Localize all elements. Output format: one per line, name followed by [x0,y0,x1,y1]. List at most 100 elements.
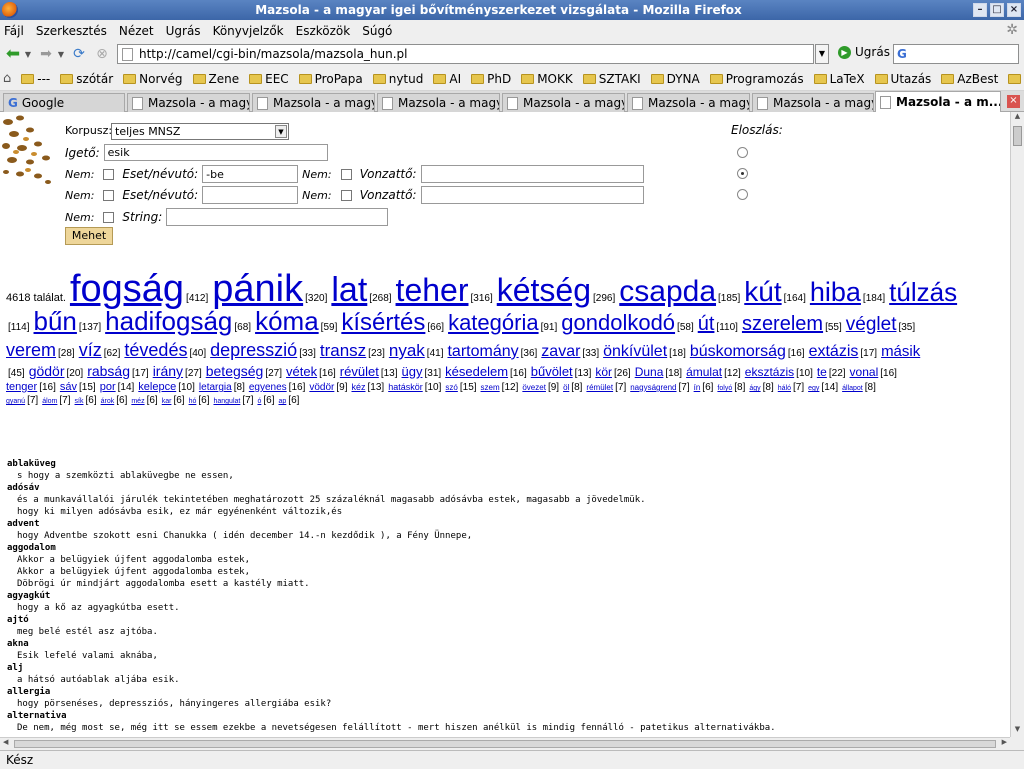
cloud-word-link[interactable]: hangulat [213,398,240,405]
go-button[interactable]: ▶ Ugrás [838,45,890,59]
cloud-word-link[interactable]: zavar [541,344,580,360]
cloud-word-link[interactable]: eksztázis [745,366,794,378]
cloud-word-link[interactable]: hiba [810,279,861,306]
tab-google[interactable]: G Google [3,93,125,112]
cloud-word-link[interactable]: vétek [286,365,317,378]
cloud-word-link[interactable]: verem [6,341,56,359]
nem-checkbox[interactable] [103,211,115,223]
cloud-word-link[interactable]: egyenes [249,383,287,393]
tab-mazsola[interactable]: Mazsola - a magy... [127,93,250,112]
url-history-dropdown[interactable]: ▼ [815,44,829,64]
cloud-word-link[interactable]: rémület [586,384,613,392]
nem-checkbox[interactable] [340,168,352,180]
cloud-word-link[interactable]: rabság [87,364,130,378]
cloud-word-link[interactable]: bűvölet [531,365,573,378]
cloud-word-link[interactable]: víz [79,341,102,359]
bookmark-folder[interactable]: AI [433,72,461,86]
cloud-word-link[interactable]: egy [808,385,819,392]
menu-edit[interactable]: Szerkesztés [36,24,107,38]
url-bar[interactable]: http://camel/cgi-bin/mazsola/mazsola_hun… [117,44,814,64]
cloud-word-link[interactable]: búskomorság [690,344,786,360]
cloud-word-link[interactable]: kategória [448,312,539,334]
igeto-input[interactable] [103,144,328,161]
cloud-word-link[interactable]: te [817,366,827,378]
tab-mazsola[interactable]: Mazsola - a magy... [502,93,625,112]
horizontal-scrollbar[interactable]: ◀ ▶ [0,737,1010,750]
eset-input[interactable] [202,165,299,183]
cloud-word-link[interactable]: szem [481,384,500,392]
cloud-word-link[interactable]: árok [101,398,115,405]
cloud-word-link[interactable]: gyanú [6,398,25,405]
tab-mazsola[interactable]: Mazsola - a magy... [377,93,500,112]
tab-mazsola[interactable]: Mazsola - a magy... [252,93,375,112]
cloud-word-link[interactable]: ügy [402,365,423,378]
cloud-word-link[interactable]: öl [563,384,569,392]
cloud-word-link[interactable]: hó [189,398,197,405]
bookmark-folder[interactable]: DYNA [650,72,700,86]
bookmark-folder[interactable]: Utazás [874,72,931,86]
menu-bookmarks[interactable]: Könyvjelzők [213,24,284,38]
minimize-button[interactable]: – [973,3,987,17]
cloud-word-link[interactable]: por [100,382,116,393]
menu-view[interactable]: Nézet [119,24,154,38]
nem-checkbox[interactable] [103,168,115,180]
cloud-word-link[interactable]: kút [744,278,781,306]
bookmark-folder[interactable]: AzBest [941,72,998,86]
cloud-word-link[interactable]: ap [279,398,287,405]
cloud-word-link[interactable]: állapot [842,385,863,392]
cloud-word-link[interactable]: betegség [206,364,264,378]
cloud-word-link[interactable]: depresszió [210,341,297,359]
close-window-button[interactable]: × [1007,3,1021,17]
cloud-word-link[interactable]: folyó [717,385,732,392]
eset-input[interactable] [202,186,299,204]
cloud-word-link[interactable]: kétség [497,274,591,306]
cloud-word-link[interactable]: kör [595,366,612,378]
scroll-up-icon[interactable]: ▲ [1011,112,1024,124]
stop-icon[interactable]: ⊗ [92,44,112,64]
cloud-word-link[interactable]: övezet [522,384,546,392]
maximize-button[interactable]: □ [990,3,1004,17]
cloud-word-link[interactable]: szó [445,384,457,392]
cloud-word-link[interactable]: fogság [70,270,184,308]
close-tab-icon[interactable]: × [1007,95,1020,108]
cloud-word-link[interactable]: nagyságrend [630,384,676,392]
cloud-word-link[interactable]: önkívület [603,344,667,360]
cloud-word-link[interactable]: gondolkodó [561,312,675,334]
cloud-word-link[interactable]: Duna [635,366,664,378]
menu-go[interactable]: Ugrás [166,24,201,38]
cloud-word-link[interactable]: ó [257,398,261,405]
cloud-word-link[interactable]: irány [153,364,183,378]
scroll-left-icon[interactable]: ◀ [3,738,8,746]
tab-mazsola[interactable]: Mazsola - a magy... [752,93,874,112]
cloud-word-link[interactable]: teher [396,274,469,306]
back-history-dropdown-icon[interactable]: ▼ [23,44,33,64]
bookmark-folder[interactable]: --- [21,72,50,86]
tab-mazsola[interactable]: Mazsola - a magy... [627,93,750,112]
back-arrow-icon[interactable]: ⬅ [3,44,23,64]
cloud-word-link[interactable]: kéz [351,383,365,392]
cloud-word-link[interactable]: sík [75,398,84,405]
cloud-word-link[interactable]: lat [331,273,367,307]
home-icon[interactable]: ⌂ [3,71,11,86]
cloud-word-link[interactable]: extázis [809,344,859,360]
scroll-down-icon[interactable]: ▼ [1011,725,1024,737]
cloud-word-link[interactable]: álom [42,398,57,405]
eloszlas-radio-1[interactable] [737,147,748,158]
bookmark-folder[interactable]: ProPapa [298,72,363,86]
eloszlas-radio-3[interactable] [737,189,748,200]
cloud-word-link[interactable]: véglet [846,315,897,334]
cloud-word-link[interactable]: háló [778,385,791,392]
search-field[interactable]: G [893,44,1019,64]
eloszlas-radio-2[interactable] [737,168,748,179]
cloud-word-link[interactable]: szerelem [742,314,823,334]
cloud-word-link[interactable]: csapda [619,277,716,307]
cloud-word-link[interactable]: ámulat [686,366,722,378]
cloud-word-link[interactable]: méz [131,398,144,405]
bookmark-folder[interactable]: Zene [192,72,239,86]
forward-arrow-icon[interactable]: ➡ [36,44,56,64]
cloud-word-link[interactable]: letargia [199,383,232,393]
menu-file[interactable]: Fájl [4,24,24,38]
cloud-word-link[interactable]: kóma [255,308,319,334]
nem-checkbox[interactable] [103,189,115,201]
cloud-word-link[interactable]: ín [694,384,701,392]
